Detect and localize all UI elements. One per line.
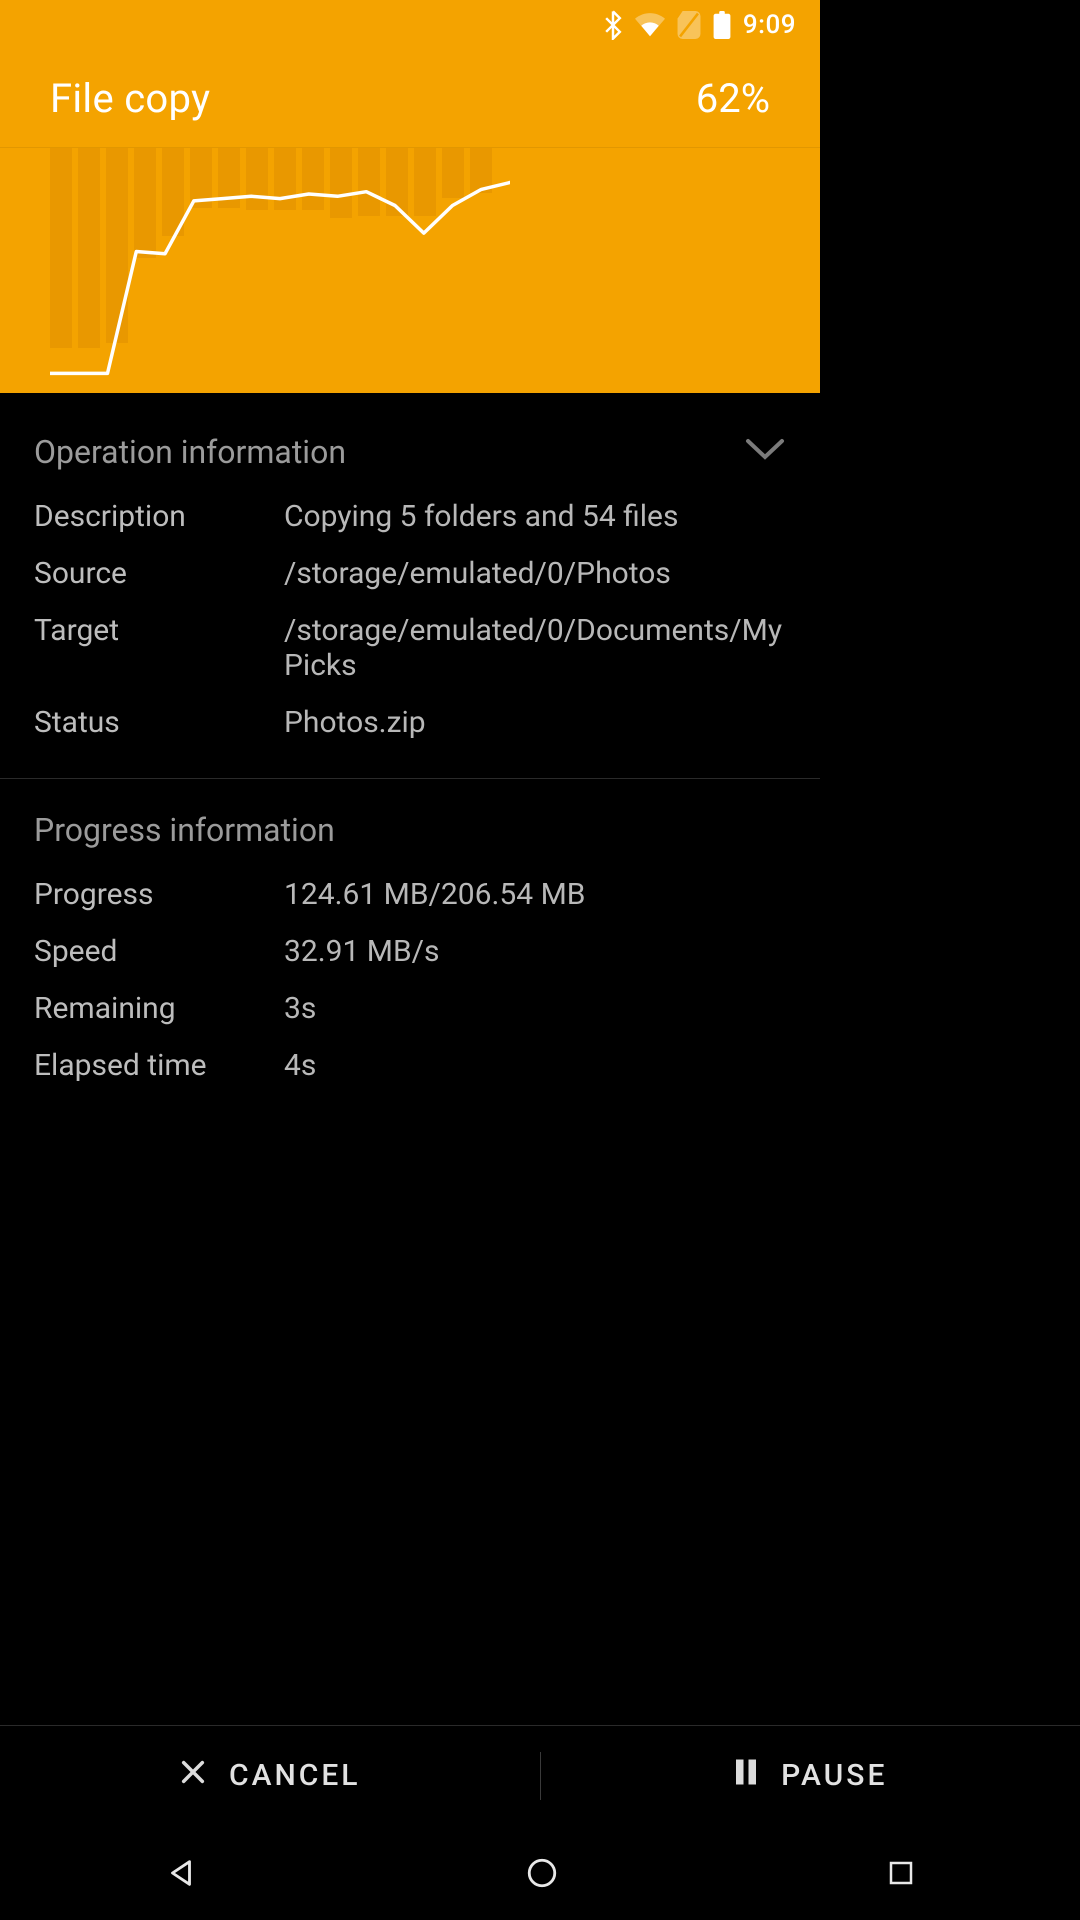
action-bar: CANCEL PAUSE <box>0 1725 1080 1825</box>
label-progress: Progress <box>34 877 284 912</box>
wifi-icon <box>635 13 665 37</box>
chevron-down-icon <box>744 437 786 467</box>
nav-back-button[interactable] <box>164 1856 198 1890</box>
cancel-button[interactable]: CANCEL <box>0 1758 540 1794</box>
label-source: Source <box>34 556 284 591</box>
cancel-label: CANCEL <box>229 1758 361 1793</box>
close-icon <box>179 1758 207 1794</box>
pause-icon <box>733 1757 759 1795</box>
sim-icon <box>677 11 701 39</box>
value-remaining: 3s <box>284 991 786 1026</box>
value-target: /storage/emulated/0/Documents/My Picks <box>284 613 786 683</box>
value-speed: 32.91 MB/s <box>284 934 786 969</box>
value-description: Copying 5 folders and 54 files <box>284 499 786 534</box>
label-target: Target <box>34 613 284 683</box>
nav-recent-button[interactable] <box>886 1858 916 1888</box>
speed-chart <box>0 148 820 393</box>
pause-label: PAUSE <box>781 1758 887 1793</box>
label-description: Description <box>34 499 284 534</box>
operation-table: Description Copying 5 folders and 54 fil… <box>34 499 786 778</box>
system-nav-bar <box>0 1825 1080 1920</box>
label-elapsed: Elapsed time <box>34 1048 284 1083</box>
bluetooth-icon <box>603 10 623 40</box>
progress-table: Progress 124.61 MB/206.54 MB Speed 32.91… <box>34 877 786 1121</box>
page-title: File copy <box>50 75 210 122</box>
value-source: /storage/emulated/0/Photos <box>284 556 786 591</box>
label-speed: Speed <box>34 934 284 969</box>
value-elapsed: 4s <box>284 1048 786 1083</box>
label-remaining: Remaining <box>34 991 284 1026</box>
nav-home-button[interactable] <box>525 1856 559 1890</box>
system-status-bar: 9:09 <box>0 0 820 50</box>
operation-section-title: Operation information <box>34 433 346 471</box>
battery-icon <box>713 11 731 39</box>
progress-section-title: Progress information <box>34 811 335 849</box>
app-header: File copy 62% <box>0 50 820 148</box>
value-progress: 124.61 MB/206.54 MB <box>284 877 786 912</box>
progress-section-header: Progress information <box>34 779 786 877</box>
value-status: Photos.zip <box>284 705 786 740</box>
operation-section-header[interactable]: Operation information <box>34 393 786 499</box>
progress-percent: 62% <box>696 75 770 122</box>
status-clock: 9:09 <box>743 10 796 40</box>
pause-button[interactable]: PAUSE <box>541 1757 1080 1795</box>
label-status: Status <box>34 705 284 740</box>
